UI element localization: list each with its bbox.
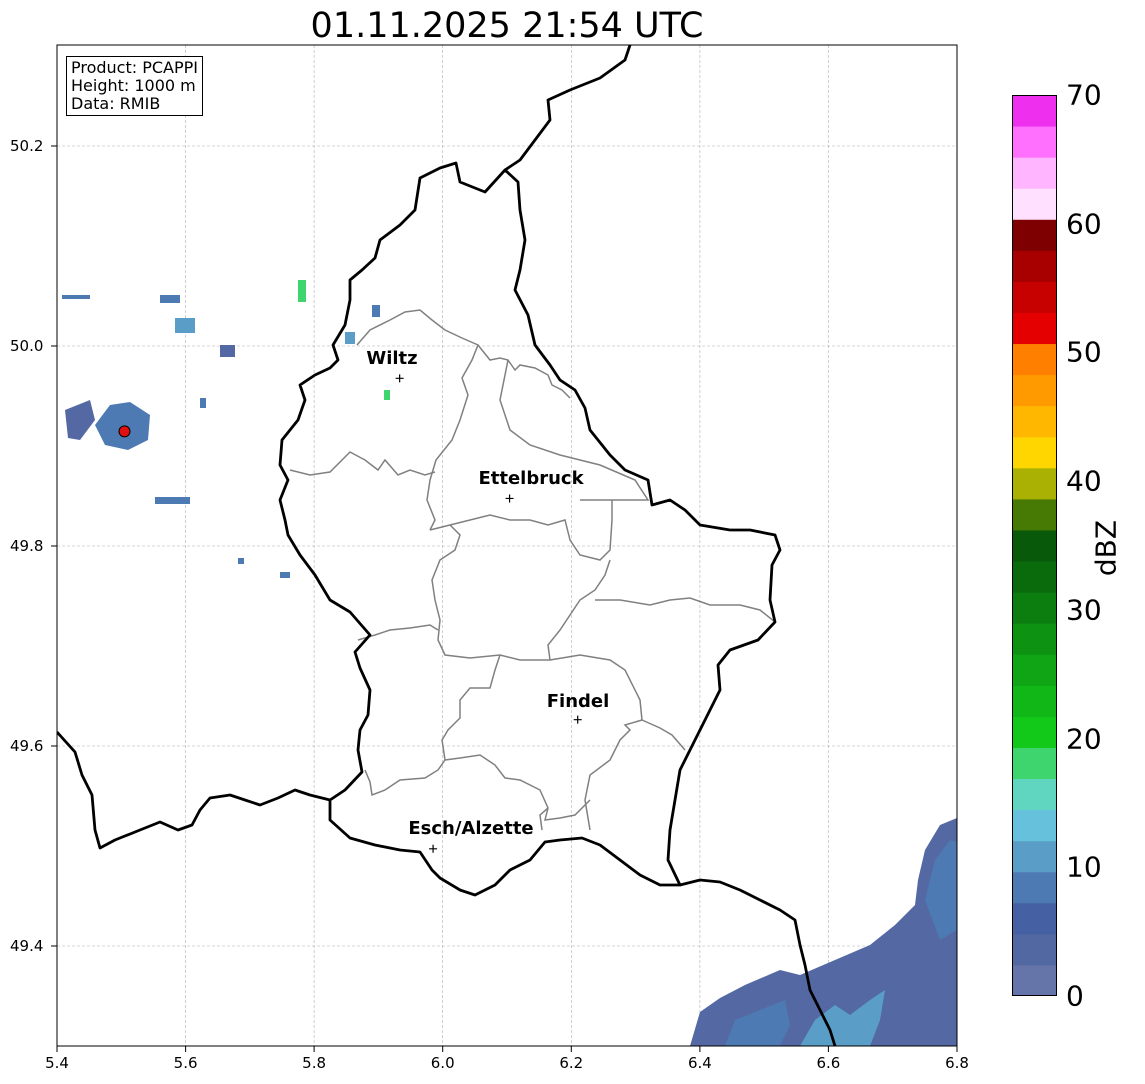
x-tick-label: 6.0 — [430, 1054, 455, 1072]
colorbar-band — [1012, 250, 1057, 282]
x-tick-label: 6.6 — [816, 1054, 841, 1072]
colorbar-tick: 70 — [1066, 78, 1102, 112]
city-marker — [395, 374, 404, 383]
info-data: Data: RMIB — [71, 94, 161, 113]
city-marker — [505, 494, 514, 503]
colorbar-band — [1012, 95, 1057, 127]
x-tick-label: 5.8 — [302, 1054, 327, 1072]
echo-small-3 — [220, 345, 235, 357]
echo-small-9 — [280, 572, 290, 578]
y-tick-label: 49.4 — [10, 937, 44, 955]
colorbar-tick: 40 — [1066, 464, 1102, 498]
colorbar-tick: 30 — [1066, 593, 1102, 627]
echo-small-6 — [345, 332, 355, 344]
colorbar-band — [1012, 343, 1057, 376]
radar-map — [51, 44, 958, 1052]
colorbar-tick: 0 — [1066, 979, 1084, 1013]
colorbar-band — [1012, 902, 1057, 935]
x-tick-label: 6.4 — [687, 1054, 712, 1072]
city-marker — [429, 844, 438, 853]
canton-borders — [289, 309, 776, 831]
german-border-north — [504, 45, 632, 172]
x-tick-label: 6.8 — [945, 1054, 969, 1072]
info-height: Height: 1000 m — [71, 76, 196, 95]
colorbar-band — [1012, 188, 1057, 220]
colorbar-band — [1012, 219, 1057, 251]
y-tick-label: 49.8 — [10, 537, 44, 555]
colorbar-tick: 10 — [1066, 850, 1102, 884]
colorbar-band — [1012, 685, 1057, 717]
colorbar-band — [1012, 529, 1057, 562]
grid-lines — [57, 45, 957, 1046]
colorbar-band — [1012, 312, 1057, 345]
echo-small-1 — [160, 295, 180, 303]
colorbar — [1012, 95, 1057, 996]
colorbar-band — [1012, 716, 1057, 748]
echo-area-southeast — [690, 818, 957, 1046]
city-label-esch-alzette: Esch/Alzette — [408, 818, 534, 839]
colorbar-tick: 50 — [1066, 335, 1102, 369]
colorbar-band — [1012, 467, 1057, 500]
colorbar-band — [1012, 126, 1057, 158]
colorbar-band — [1012, 778, 1057, 811]
info-product: Product: PCAPPI — [71, 58, 199, 77]
colorbar-band — [1012, 623, 1057, 655]
plot-frame — [56, 44, 958, 1047]
echo-small-2 — [175, 318, 195, 333]
colorbar-band — [1012, 747, 1057, 780]
echo-small-12 — [62, 295, 90, 299]
colorbar-band — [1012, 436, 1057, 469]
y-tick-label: 50.2 — [10, 137, 44, 155]
colorbar-tick: 60 — [1066, 207, 1102, 241]
x-tick-label: 5.4 — [45, 1054, 69, 1072]
echo-small-7 — [372, 305, 380, 317]
city-label-findel: Findel — [546, 691, 610, 712]
echo-small-8 — [384, 390, 390, 400]
colorbar-band — [1012, 654, 1057, 686]
echo-small-11 — [200, 398, 206, 408]
colorbar-tick: 20 — [1066, 722, 1102, 756]
colorbar-band — [1012, 809, 1057, 842]
country-borders — [57, 45, 837, 1046]
city-label-ettelbruck: Ettelbruck — [478, 468, 584, 489]
colorbar-band — [1012, 964, 1057, 996]
colorbar-band — [1012, 498, 1057, 531]
colorbar-band — [1012, 871, 1057, 904]
city-markers — [395, 374, 582, 853]
colorbar-band — [1012, 840, 1057, 873]
city-label-wiltz: Wiltz — [366, 348, 418, 369]
colorbar-label: dBZ — [1089, 519, 1123, 577]
colorbar-band — [1012, 592, 1057, 624]
x-tick-label: 5.6 — [173, 1054, 198, 1072]
radar-echoes — [62, 280, 957, 1046]
colorbar-band — [1012, 374, 1057, 407]
echo-small-5 — [298, 280, 306, 302]
colorbar-band — [1012, 281, 1057, 313]
colorbar-band — [1012, 405, 1057, 438]
french-belgian-border — [57, 731, 331, 850]
colorbar-band — [1012, 157, 1057, 189]
radar-site-marker — [118, 425, 131, 438]
y-tick-label: 49.6 — [10, 737, 44, 755]
echo-small-10 — [238, 558, 244, 564]
colorbar-band — [1012, 561, 1057, 593]
city-marker — [573, 715, 582, 724]
info-box: Product: PCAPPI Height: 1000 m Data: RMI… — [66, 56, 204, 116]
echo-cluster-radar-2 — [65, 400, 95, 440]
echo-small-4 — [155, 497, 190, 504]
y-tick-label: 50.0 — [10, 337, 44, 355]
x-tick-label: 6.2 — [559, 1054, 584, 1072]
colorbar-band — [1012, 933, 1057, 966]
